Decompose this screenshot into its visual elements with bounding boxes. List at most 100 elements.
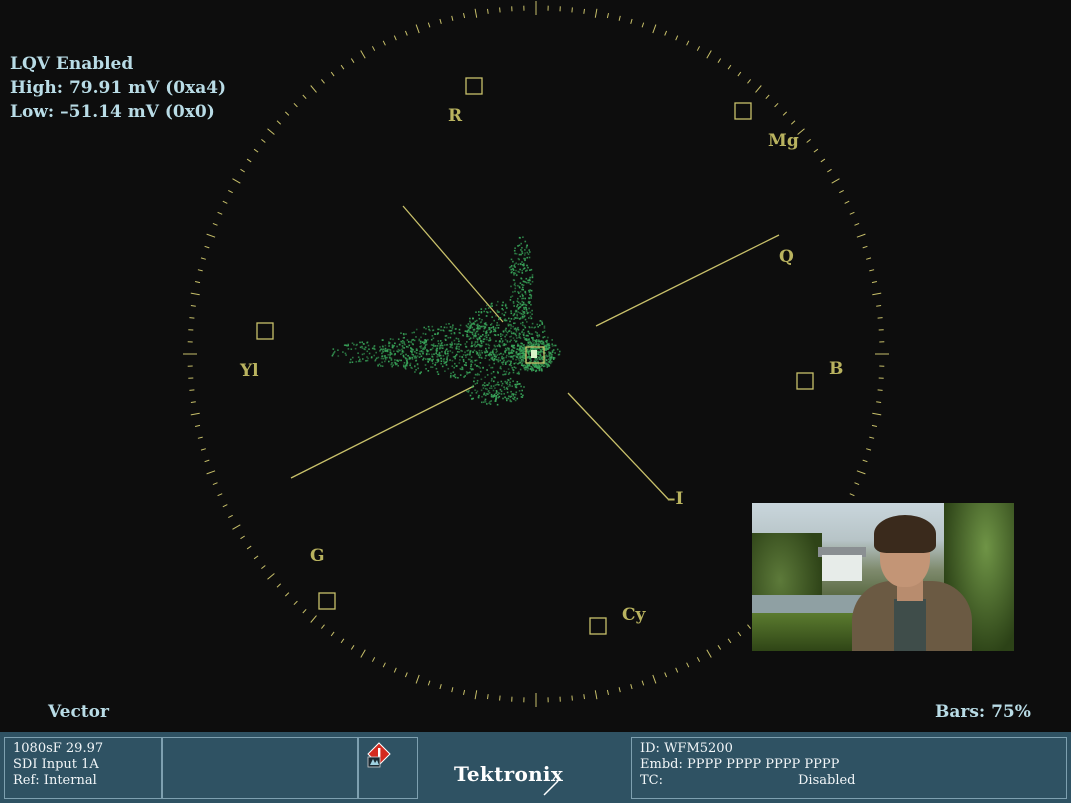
target-box-cy [589,617,607,635]
trace-point [508,395,510,397]
trace-point [517,357,520,360]
trace-point [422,332,425,335]
trace-point [541,358,544,361]
graticule-tick [618,687,621,693]
trace-point [528,297,530,300]
trace-point [363,352,365,355]
trace-point [516,300,519,303]
trace-point [532,369,535,371]
trace-point [521,321,524,324]
trace-point [505,343,507,346]
trace-point [517,317,519,319]
trace-point [413,339,416,342]
trace-point [518,334,520,337]
trace-point [549,351,552,354]
trace-point [467,326,470,329]
trace-point [515,330,518,333]
trace-point [526,321,528,323]
trace-point [499,359,501,362]
trace-point [496,309,499,312]
trace-point [454,328,457,330]
graticule-tick [212,482,218,486]
trace-point [379,350,381,352]
trace-point [522,284,525,286]
trace-point [481,395,483,398]
trace-point [437,340,439,342]
trace-point [517,263,520,266]
trace-point [366,342,368,344]
trace-point [501,355,503,358]
trace-point [511,349,513,351]
trace-point [514,284,517,287]
trace-point [518,292,520,294]
trace-point [528,300,530,303]
trace-point [482,338,485,341]
trace-point [373,345,376,347]
trace-point [510,362,512,364]
trace-point [491,357,494,360]
trace-point [487,307,490,309]
trace-point [514,396,516,399]
trace-point [519,312,521,314]
trace-point [530,289,533,292]
graticule-tick [451,687,454,693]
trace-point [392,364,394,366]
trace-point [438,355,440,357]
trace-point [524,291,527,293]
trace-point [518,390,521,392]
graticule-tick [717,58,722,63]
trace-point [499,365,502,368]
trace-point [534,365,537,367]
trace-point [507,385,510,388]
trace-point [508,317,510,320]
trace-point [516,381,519,383]
trace-point [484,384,486,387]
trace-point [541,370,543,372]
trace-point [420,347,422,349]
trace-point [447,367,450,370]
graticule-tick [876,401,882,403]
trace-point [519,347,521,350]
trace-point [453,339,456,342]
trace-point [364,348,366,351]
trace-point [517,270,519,273]
trace-point [524,306,527,309]
graticule-tick [727,638,732,644]
trace-point [472,384,474,387]
graticule-tick [427,680,431,686]
trace-point [516,313,518,316]
trace-point [529,283,532,285]
trace-point [441,365,444,368]
trace-point [453,366,455,369]
trace-point [493,380,495,383]
trace-point [466,333,468,336]
trace-point [400,353,402,355]
trace-point [419,372,422,374]
warning-diamond-icon[interactable] [367,742,391,768]
trace-point [539,358,542,361]
trace-point [478,317,481,320]
trace-point [427,361,429,363]
trace-point [359,360,362,363]
trace-point [435,367,438,370]
graticule-tick [340,64,345,70]
trace-point [522,333,525,336]
trace-point [481,319,483,321]
trace-point [419,342,422,345]
graticule-tick [200,257,206,260]
trace-point [401,342,404,344]
trace-point [437,373,440,375]
alarm-panel[interactable] [358,737,418,799]
trace-point [474,359,476,362]
trace-point [520,249,522,251]
trace-point [459,374,462,376]
trace-point [500,338,503,340]
trace-point [524,293,527,295]
trace-point [513,347,516,349]
trace-point [465,364,467,367]
trace-point [447,352,449,355]
trace-point [403,333,405,336]
trace-point [404,365,407,367]
trace-point [515,340,517,343]
trace-point [498,311,500,313]
